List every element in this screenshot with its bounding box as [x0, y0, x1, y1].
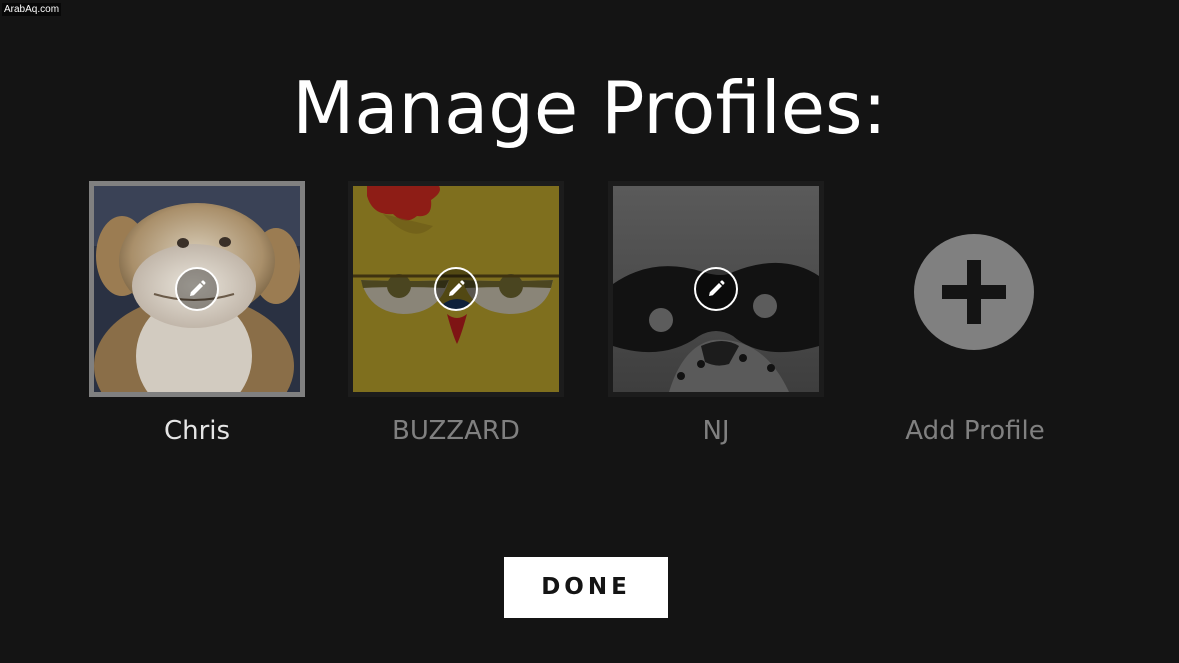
profile-name-nj[interactable]: NJ — [568, 413, 864, 449]
manage-profiles-page: ArabAq.com Manage Profiles: Chris BUZZAR… — [0, 0, 1179, 663]
edit-profile-chris-button[interactable] — [175, 267, 219, 311]
watermark: ArabAq.com — [2, 3, 62, 16]
pencil-icon — [449, 280, 465, 296]
page-title: Manage Profiles: — [292, 66, 887, 150]
edit-profile-nj-button[interactable] — [694, 267, 738, 311]
add-profile-label[interactable]: Add Profile — [827, 413, 1123, 449]
edit-profile-buzzard-button[interactable] — [434, 267, 478, 311]
pencil-icon — [709, 280, 725, 296]
done-button[interactable]: DONE — [504, 557, 668, 618]
profile-name-buzzard[interactable]: BUZZARD — [308, 413, 604, 449]
profile-avatar-buzzard[interactable] — [348, 181, 564, 397]
pencil-icon — [190, 280, 206, 296]
plus-icon-bar — [942, 285, 1006, 299]
profile-avatar-chris[interactable] — [89, 181, 305, 397]
profile-name-chris[interactable]: Chris — [49, 413, 345, 449]
profile-avatar-nj[interactable] — [608, 181, 824, 397]
add-profile-button[interactable] — [914, 234, 1034, 350]
